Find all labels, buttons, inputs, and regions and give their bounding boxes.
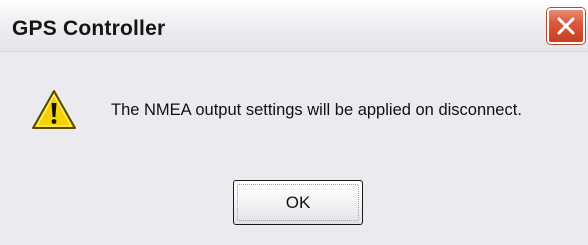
window-title: GPS Controller xyxy=(12,17,166,40)
message-dialog: GPS Controller The NMEA output settings … xyxy=(0,0,588,245)
warning-icon xyxy=(32,90,76,129)
title-bar[interactable]: GPS Controller xyxy=(0,0,588,52)
close-button[interactable] xyxy=(547,8,585,44)
dialog-message: The NMEA output settings will be applied… xyxy=(111,101,522,119)
ok-button[interactable]: OK xyxy=(233,180,363,225)
close-icon xyxy=(557,17,575,35)
